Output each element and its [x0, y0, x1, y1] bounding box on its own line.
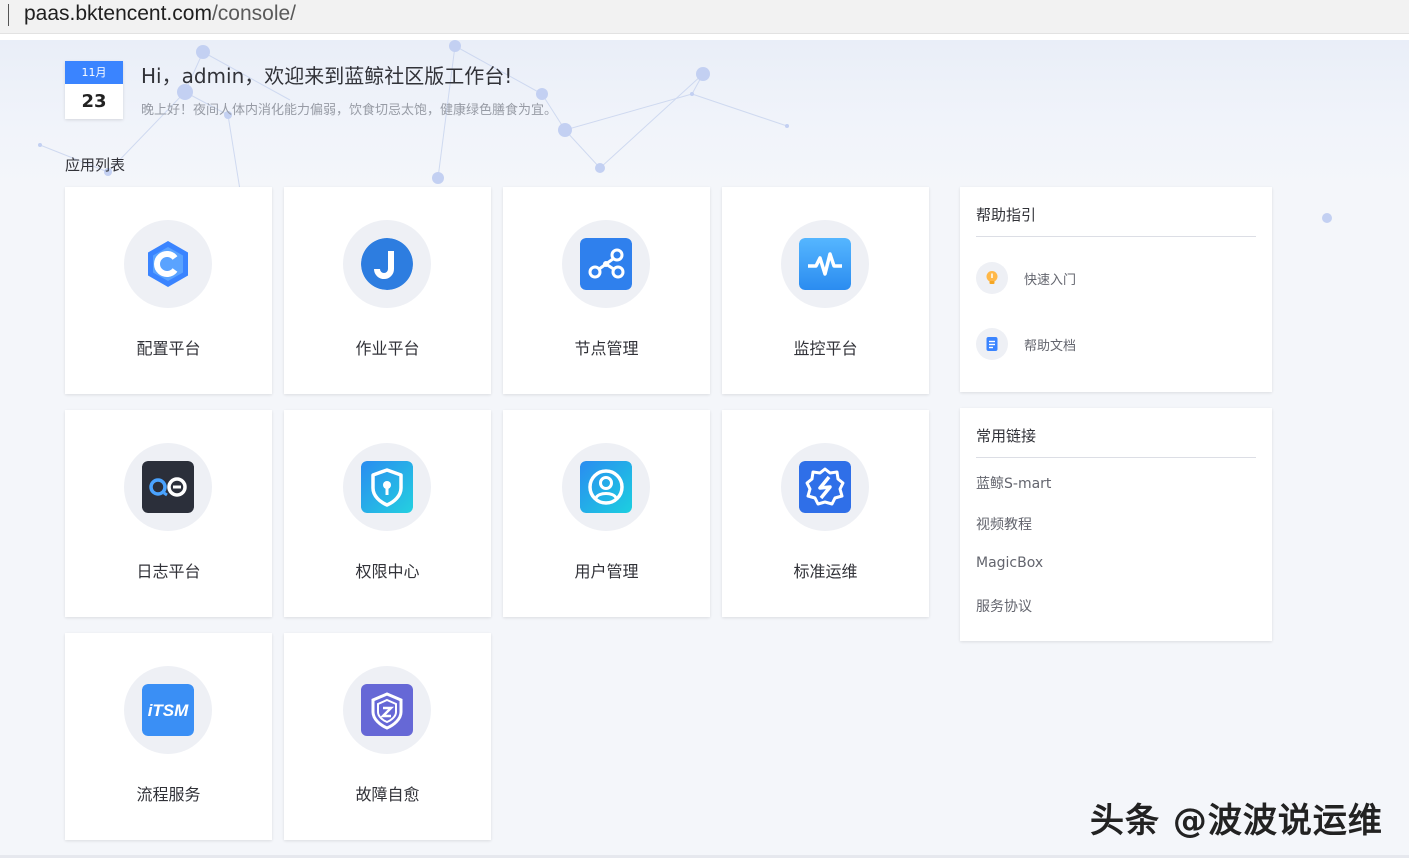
cmdb-icon	[142, 238, 194, 290]
url-path: /console/	[211, 2, 297, 25]
monitor-icon	[799, 238, 851, 290]
app-card-monitor[interactable]: 监控平台	[722, 187, 929, 394]
app-card-usermgr[interactable]: 用户管理	[503, 410, 710, 617]
app-icon-background: iTSM	[124, 666, 212, 754]
link-video-tutorial[interactable]: 视频教程	[976, 514, 1032, 534]
link-service-agreement[interactable]: 服务协议	[976, 596, 1032, 616]
help-item-label: 快速入门	[1024, 273, 1077, 288]
app-label: 流程服务	[136, 785, 201, 804]
app-label: 故障自愈	[355, 785, 420, 804]
job-icon	[361, 238, 413, 290]
app-icon-background	[781, 443, 869, 531]
help-item-docs[interactable]: 帮助文档	[976, 328, 1256, 360]
svg-text:iTSM: iTSM	[148, 701, 189, 720]
greeting-title: Hi，admin，欢迎来到蓝鲸社区版工作台!	[141, 64, 513, 88]
app-card-job[interactable]: 作业平台	[284, 187, 491, 394]
date-month: 11月	[65, 61, 123, 84]
help-item-quickstart[interactable]: 快速入门	[976, 262, 1256, 294]
date-day: 23	[81, 91, 107, 112]
app-card-log[interactable]: 日志平台	[65, 410, 272, 617]
link-smart[interactable]: 蓝鲸S-mart	[976, 473, 1051, 493]
help-guide-title: 帮助指引	[976, 206, 1037, 224]
text-cursor	[8, 4, 9, 26]
browser-address-bar[interactable]: paas.bktencent.com/console/	[0, 0, 1409, 34]
app-list-title: 应用列表	[65, 156, 126, 174]
app-icon-background	[562, 220, 650, 308]
iam-icon	[361, 461, 413, 513]
lightbulb-icon	[976, 262, 1008, 294]
app-label: 节点管理	[574, 339, 639, 358]
app-label: 作业平台	[355, 339, 420, 358]
app-card-cmdb[interactable]: 配置平台	[65, 187, 272, 394]
app-icon-background	[343, 443, 431, 531]
link-magicbox[interactable]: MagicBox	[976, 555, 1043, 571]
app-label: 用户管理	[574, 562, 639, 581]
divider	[976, 236, 1256, 237]
app-card-node[interactable]: 节点管理	[503, 187, 710, 394]
app-icon-background	[124, 220, 212, 308]
app-card-sops[interactable]: 标准运维	[722, 410, 929, 617]
common-links-title: 常用链接	[976, 427, 1037, 445]
app-icon-background	[562, 443, 650, 531]
app-icon-background	[781, 220, 869, 308]
url-host: paas.bktencent.com	[24, 2, 212, 25]
app-label: 配置平台	[136, 339, 201, 358]
app-label: 权限中心	[355, 562, 420, 581]
greeting-tip: 晚上好！夜间人体内消化能力偏弱，饮食切忌太饱，健康绿色膳食为宜。	[141, 103, 558, 118]
app-icon-background	[343, 220, 431, 308]
app-card-iam[interactable]: 权限中心	[284, 410, 491, 617]
help-guide-panel: 帮助指引 快速入门 帮助文档	[960, 187, 1272, 392]
sops-icon	[799, 461, 851, 513]
node-icon	[580, 238, 632, 290]
app-label: 监控平台	[793, 339, 858, 358]
decoration-dot	[1322, 213, 1332, 223]
url-text[interactable]: paas.bktencent.com/console/	[24, 2, 296, 26]
common-links-panel: 常用链接 蓝鲸S-mart 视频教程 MagicBox 服务协议	[960, 408, 1272, 641]
usermgr-icon	[580, 461, 632, 513]
help-item-label: 帮助文档	[1024, 339, 1077, 354]
log-icon	[142, 461, 194, 513]
app-icon-background	[343, 666, 431, 754]
date-card: 11月 23	[65, 61, 123, 119]
fta-icon	[361, 684, 413, 736]
app-card-fta[interactable]: 故障自愈	[284, 633, 491, 840]
itsm-icon: iTSM	[142, 684, 194, 736]
document-icon	[976, 328, 1008, 360]
watermark: 头条 @波波说运维	[1090, 801, 1383, 841]
app-label: 日志平台	[136, 562, 201, 581]
app-card-itsm[interactable]: iTSM 流程服务	[65, 633, 272, 840]
app-label: 标准运维	[793, 562, 858, 581]
divider	[976, 457, 1256, 458]
app-icon-background	[124, 443, 212, 531]
